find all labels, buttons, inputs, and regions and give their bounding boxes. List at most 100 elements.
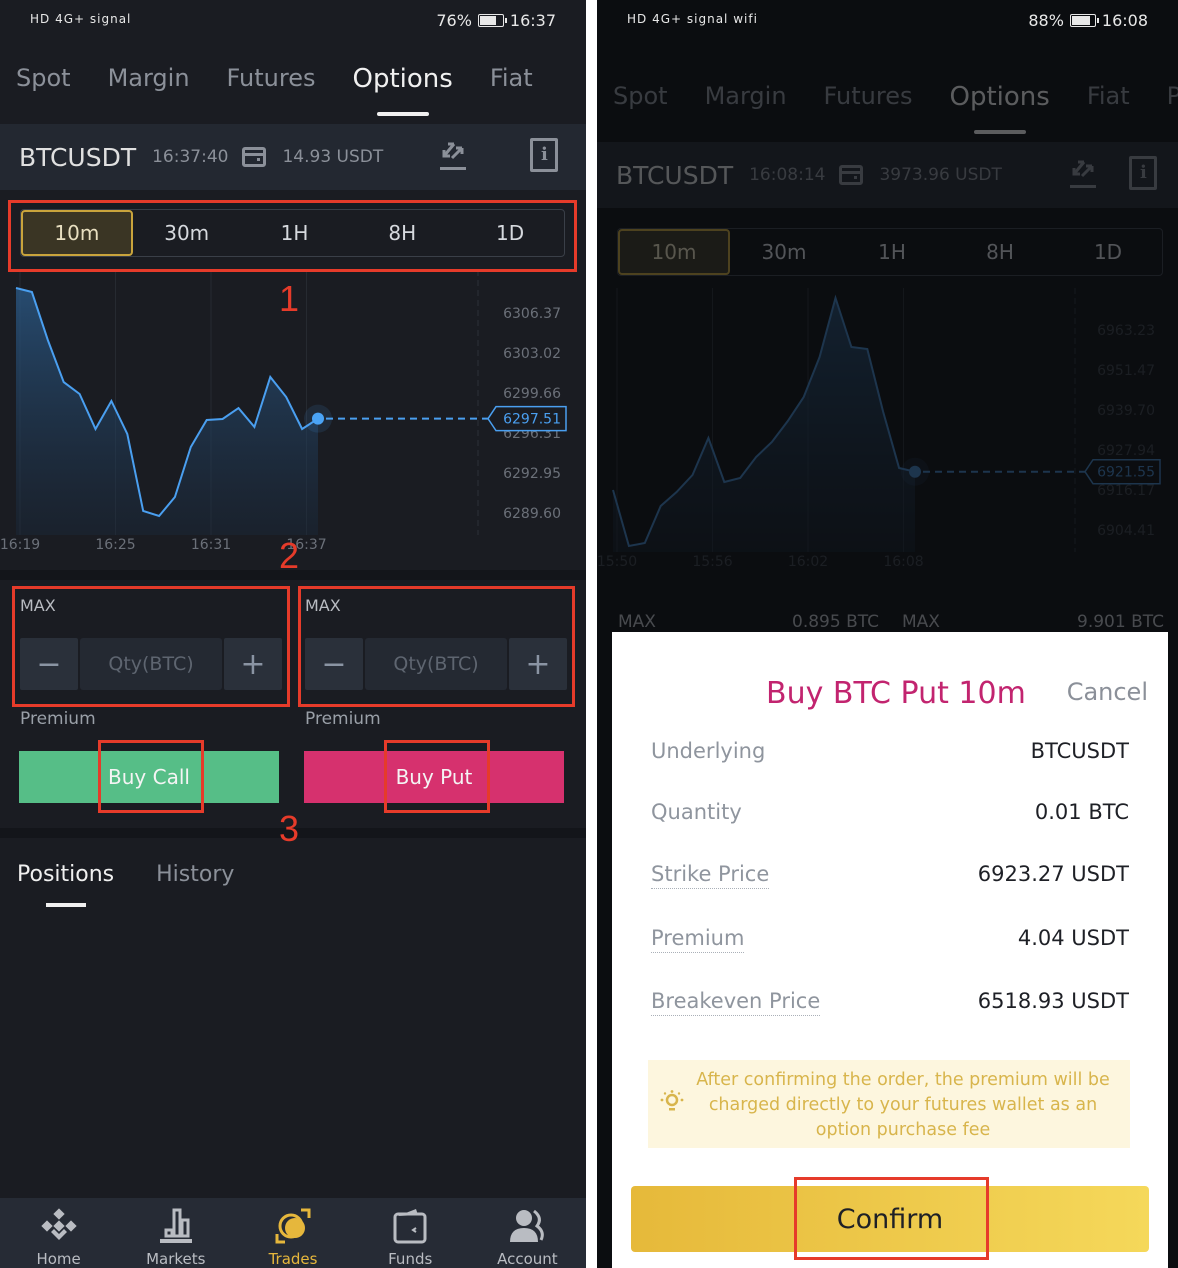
tab-options[interactable]: Options <box>949 82 1049 112</box>
markets-bars-icon <box>159 1208 192 1243</box>
market-tabs: Spot Margin Futures Options Fiat <box>16 64 586 94</box>
detail-value: 6518.93 USDT <box>977 989 1129 1013</box>
clock: 16:08 <box>1101 11 1148 30</box>
interval-10m[interactable]: 10m <box>21 210 133 256</box>
confirm-order-dialog: Buy BTC Put 10m Cancel Underlying BTCUSD… <box>612 632 1168 1268</box>
x-tick-label: 16:19 <box>0 537 40 553</box>
call-qty-input[interactable]: Qty(BTC) <box>80 638 222 690</box>
tab-fiat[interactable]: Fiat <box>1087 82 1130 112</box>
tab-options[interactable]: Options <box>352 64 452 94</box>
x-tick-label: 16:25 <box>95 537 135 553</box>
tab-margin[interactable]: Margin <box>705 82 787 112</box>
last-price-dot <box>312 412 324 425</box>
buy-put-button[interactable]: Buy Put <box>304 751 564 803</box>
symbol-name[interactable]: BTCUSDT <box>19 143 136 172</box>
y-tick-label: 6963.23 <box>1097 323 1155 339</box>
info-doc-icon[interactable]: i <box>1129 156 1157 190</box>
buy-call-button[interactable]: Buy Call <box>19 751 279 803</box>
call-minus-button[interactable]: − <box>20 638 78 690</box>
clock: 16:37 <box>509 11 556 30</box>
nav-home-label: Home <box>36 1250 81 1268</box>
confirm-order-screen: HD 4G+ signal wifi 88% 16:08 Spot Margin… <box>597 0 1178 1268</box>
put-max-label: MAX <box>902 612 940 632</box>
battery-icon <box>1069 14 1099 27</box>
call-qty-stepper: − Qty(BTC) + <box>20 638 282 690</box>
y-tick-label: 6303.02 <box>503 346 561 362</box>
symbol-name[interactable]: BTCUSDT <box>616 161 733 190</box>
wallet-icon <box>393 1209 427 1244</box>
interval-1d[interactable]: 1D <box>1054 229 1162 275</box>
confirm-button[interactable]: Confirm <box>631 1186 1149 1252</box>
nav-account-label: Account <box>497 1250 558 1268</box>
x-tick-label: 16:08 <box>883 554 923 570</box>
tab-fiat[interactable]: Fiat <box>490 64 533 94</box>
interval-30m[interactable]: 30m <box>730 229 838 275</box>
interval-selector: 10m 30m 1H 8H 1D <box>20 209 565 257</box>
detail-row-quantity: Quantity 0.01 BTC <box>651 800 1129 824</box>
put-minus-button[interactable]: − <box>305 638 363 690</box>
detail-label-tooltip[interactable]: Premium <box>651 926 745 953</box>
symbol-time: 16:37:40 <box>152 147 229 167</box>
annotation-number-1: 1 <box>279 278 300 319</box>
cancel-button[interactable]: Cancel <box>1067 678 1148 706</box>
status-bar: HD 4G+ signal wifi 88% 16:08 <box>597 0 1178 44</box>
info-doc-icon[interactable]: i <box>530 138 558 172</box>
interval-8h[interactable]: 8H <box>348 210 456 256</box>
tab-spot[interactable]: Spot <box>16 64 71 94</box>
put-plus-button[interactable]: + <box>509 638 567 690</box>
interval-1h[interactable]: 1H <box>241 210 349 256</box>
notice-text: After confirming the order, the premium … <box>696 1070 1110 1140</box>
put-qty-input[interactable]: Qty(BTC) <box>365 638 507 690</box>
interval-30m[interactable]: 30m <box>133 210 241 256</box>
tab-positions[interactable]: Positions <box>17 862 114 887</box>
wallet-icon <box>839 165 864 185</box>
detail-label: Quantity <box>651 800 742 824</box>
detail-row-underlying: Underlying BTCUSDT <box>651 739 1129 763</box>
x-tick-label: 16:31 <box>191 537 231 553</box>
tab-futures[interactable]: Futures <box>824 82 913 112</box>
nav-markets[interactable]: Markets <box>117 1198 234 1268</box>
tab-p2p[interactable]: P2P <box>1167 82 1178 112</box>
detail-row-premium: Premium 4.04 USDT <box>651 926 1129 953</box>
tab-futures[interactable]: Futures <box>227 64 316 94</box>
tab-spot[interactable]: Spot <box>613 82 668 112</box>
tab-margin[interactable]: Margin <box>108 64 190 94</box>
detail-row-breakeven-price: Breakeven Price 6518.93 USDT <box>651 989 1129 1016</box>
interval-8h[interactable]: 8H <box>946 229 1054 275</box>
interval-selector: 10m 30m 1H 8H 1D <box>617 228 1163 276</box>
status-bar: HD 4G+ signal 76% 16:37 <box>0 0 586 44</box>
put-qty-stepper: − Qty(BTC) + <box>305 638 567 690</box>
annotation-number-2: 2 <box>279 535 300 576</box>
x-tick-label: 16:02 <box>788 554 828 570</box>
nav-trades[interactable]: Trades <box>234 1198 351 1268</box>
nav-home[interactable]: Home <box>0 1198 117 1268</box>
interval-1h[interactable]: 1H <box>838 229 946 275</box>
transfer-icon[interactable] <box>1068 156 1098 190</box>
nav-account[interactable]: Account <box>469 1198 586 1268</box>
detail-label-tooltip[interactable]: Breakeven Price <box>651 989 821 1016</box>
wallet-balance: 3973.96 USDT <box>879 165 1002 185</box>
call-max-value: 0.895 BTC <box>792 612 879 632</box>
detail-label: Underlying <box>651 739 766 763</box>
bottom-nav: Home Markets Trades Funds Account <box>0 1198 586 1268</box>
call-order-panel: MAX <box>20 596 56 615</box>
y-tick-label: 6292.95 <box>503 466 561 482</box>
detail-label-tooltip[interactable]: Strike Price <box>651 862 770 889</box>
annotation-number-3: 3 <box>279 808 300 849</box>
lightbulb-icon <box>660 1090 684 1111</box>
nav-funds[interactable]: Funds <box>352 1198 469 1268</box>
y-tick-label: 6951.47 <box>1097 363 1155 379</box>
price-chart[interactable]: 6963.23 6951.47 6939.70 6927.94 6916.17 6904.… <box>597 288 1178 588</box>
battery-icon <box>477 14 507 27</box>
call-plus-button[interactable]: + <box>224 638 282 690</box>
trades-coin-icon <box>275 1208 311 1244</box>
binance-logo-icon <box>40 1208 77 1240</box>
battery-percent: 76% <box>436 11 472 30</box>
interval-10m[interactable]: 10m <box>618 229 730 275</box>
transfer-icon[interactable] <box>438 138 468 172</box>
x-tick-label: 15:50 <box>597 554 637 570</box>
interval-1d[interactable]: 1D <box>456 210 564 256</box>
put-max-label: MAX <box>305 596 341 615</box>
wallet-icon <box>242 147 267 167</box>
tab-history[interactable]: History <box>156 862 234 887</box>
